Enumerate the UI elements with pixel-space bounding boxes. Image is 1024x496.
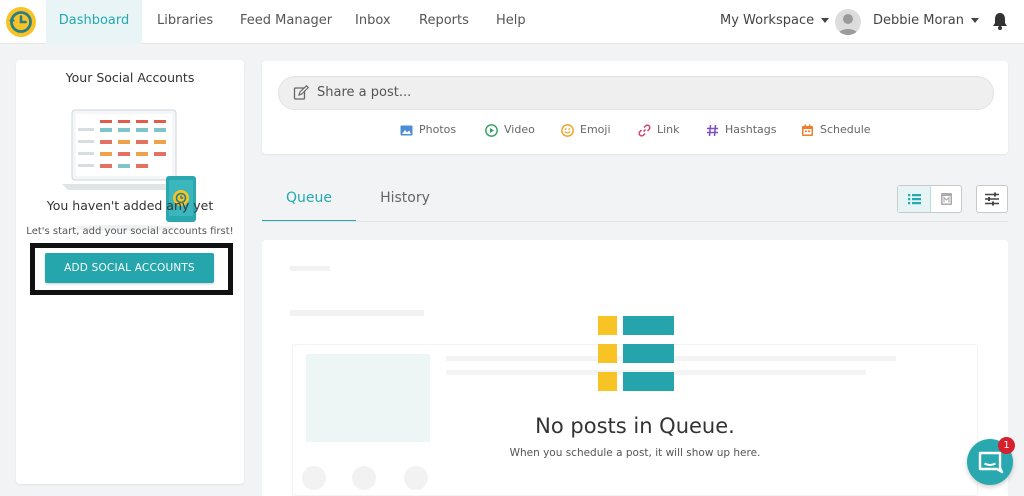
logo-clock-icon[interactable]	[5, 6, 37, 38]
hashtag-icon	[707, 124, 718, 137]
workspace-label: My Workspace	[720, 13, 815, 28]
emoji-label: Emoji	[580, 123, 611, 136]
ghost-avatar	[352, 466, 376, 490]
card-title: Your Social Accounts	[65, 70, 195, 85]
workspace-dropdown[interactable]: My Workspace	[720, 0, 830, 44]
bell-icon[interactable]	[990, 11, 1010, 31]
edit-icon	[293, 85, 309, 100]
link-label: Link	[657, 123, 680, 136]
post-composer: Share a post... Photos Video Emoji Link …	[262, 61, 1008, 154]
calendar-icon	[941, 193, 952, 205]
share-post-placeholder: Share a post...	[317, 85, 412, 100]
video-label: Video	[504, 123, 535, 136]
nav-inbox[interactable]: Inbox	[355, 0, 391, 44]
ghost-line	[290, 310, 424, 316]
nav-feed-manager[interactable]: Feed Manager	[240, 0, 332, 44]
nav-libraries[interactable]: Libraries	[157, 0, 213, 44]
ghost-line	[290, 266, 330, 271]
tab-queue[interactable]: Queue	[262, 182, 356, 222]
avatar[interactable]	[835, 9, 861, 35]
tab-history[interactable]: History	[358, 182, 452, 222]
add-social-accounts-button[interactable]: ADD SOCIAL ACCOUNTS	[45, 253, 214, 283]
ghost-avatar	[302, 466, 326, 490]
smiley-icon	[561, 124, 574, 137]
ghost-avatar	[404, 466, 428, 490]
notification-badge: 1	[998, 437, 1015, 454]
link-icon	[638, 124, 651, 137]
chevron-down-icon	[821, 18, 830, 23]
empty-accounts-title: You haven't added any yet	[46, 198, 214, 213]
queue-list-icon	[598, 316, 674, 391]
photos-label: Photos	[419, 123, 457, 136]
sliders-icon	[985, 192, 999, 206]
user-menu[interactable]: Debbie Moran	[873, 0, 979, 44]
top-nav-bar: Dashboard Libraries Feed Manager Inbox R…	[0, 0, 1024, 44]
play-icon	[485, 124, 498, 137]
image-icon	[400, 125, 413, 136]
view-toggle	[897, 185, 962, 213]
social-accounts-card: Your Social Accounts You haven't added a…	[16, 60, 244, 484]
nav-reports[interactable]: Reports	[419, 0, 469, 44]
tabs-divider	[262, 221, 1008, 222]
share-post-input[interactable]: Share a post...	[278, 76, 994, 110]
empty-accounts-subtitle: Let's start, add your social accounts fi…	[26, 226, 234, 237]
calendar-icon	[802, 124, 813, 136]
list-view-button[interactable]	[898, 186, 931, 212]
calendar-view-button[interactable]	[931, 186, 962, 212]
queue-empty-title: No posts in Queue.	[535, 414, 735, 438]
queue-panel: No posts in Queue. When you schedule a p…	[262, 240, 1008, 496]
user-silhouette-icon	[838, 14, 858, 35]
user-name: Debbie Moran	[873, 13, 964, 28]
queue-empty-subtitle: When you schedule a post, it will show u…	[509, 447, 761, 459]
filter-settings-button[interactable]	[976, 185, 1008, 213]
chevron-down-icon	[970, 18, 979, 23]
list-icon	[908, 194, 921, 205]
nav-help[interactable]: Help	[496, 0, 526, 44]
nav-dashboard[interactable]: Dashboard	[46, 0, 142, 44]
hashtags-label: Hashtags	[725, 123, 777, 136]
devices-illustration	[62, 109, 196, 231]
schedule-label: Schedule	[820, 123, 871, 136]
